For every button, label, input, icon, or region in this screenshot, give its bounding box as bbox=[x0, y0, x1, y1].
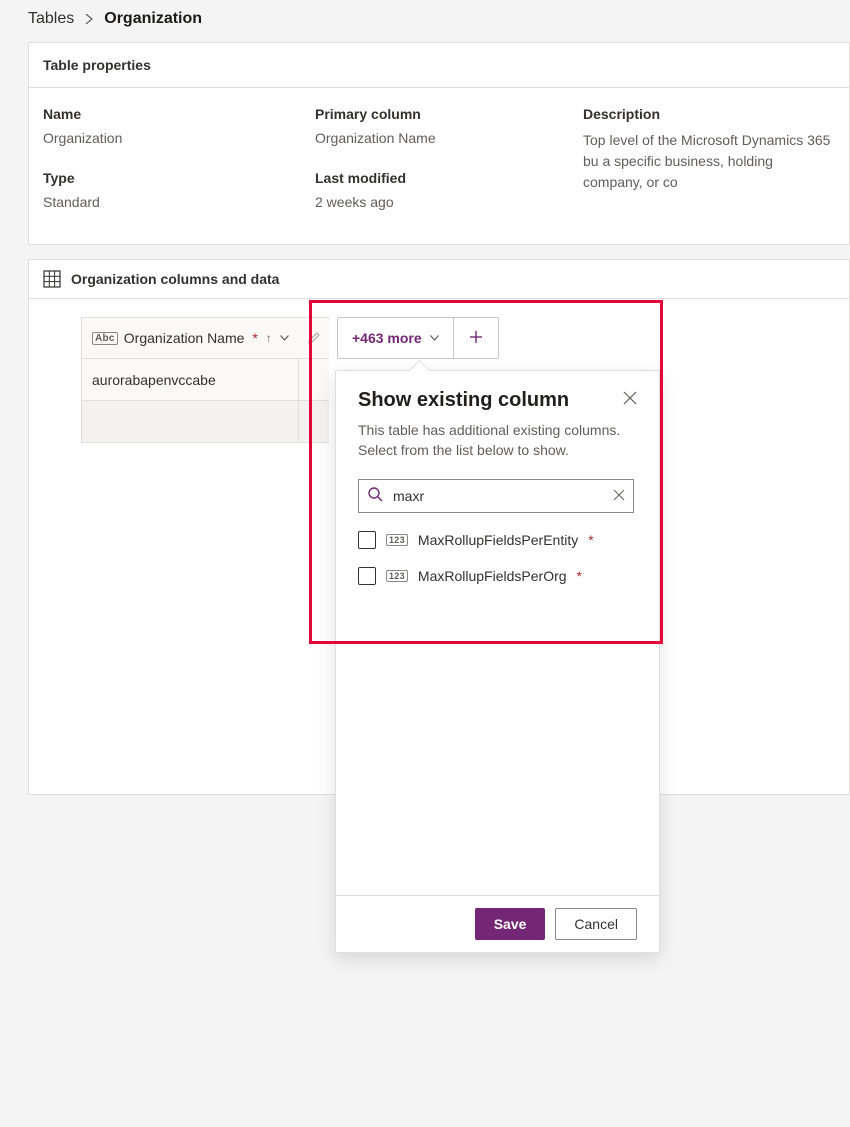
breadcrumb-current: Organization bbox=[104, 10, 202, 28]
prop-name-label: Name bbox=[43, 106, 315, 122]
prop-modified-value: 2 weeks ago bbox=[315, 194, 583, 210]
columns-card-title: Organization columns and data bbox=[71, 271, 279, 287]
chevron-right-icon bbox=[84, 11, 94, 27]
plus-icon bbox=[469, 328, 483, 349]
required-asterisk: * bbox=[588, 532, 593, 548]
chevron-down-icon bbox=[280, 333, 289, 344]
columns-data-card: Organization columns and data Abc Organi… bbox=[28, 259, 850, 795]
add-column-button[interactable] bbox=[454, 318, 498, 358]
prop-description-value: Top level of the Microsoft Dynamics 365 … bbox=[583, 130, 835, 193]
column-header-organization-name[interactable]: Abc Organization Name * ↑ bbox=[81, 317, 299, 359]
table-cell[interactable]: aurorabapenvccabe bbox=[81, 359, 299, 401]
breadcrumb-parent[interactable]: Tables bbox=[28, 10, 74, 28]
cell-gap bbox=[299, 401, 329, 443]
breadcrumb: Tables Organization bbox=[28, 10, 850, 28]
required-asterisk: * bbox=[252, 330, 257, 346]
table-properties-title: Table properties bbox=[29, 43, 849, 88]
prop-primary-value: Organization Name bbox=[315, 130, 583, 146]
table-cell-empty[interactable] bbox=[81, 401, 299, 443]
close-icon[interactable] bbox=[623, 391, 637, 410]
prop-primary-label: Primary column bbox=[315, 106, 583, 122]
cell-gap bbox=[299, 359, 329, 401]
prop-description-label: Description bbox=[583, 106, 835, 122]
chevron-down-icon bbox=[430, 333, 439, 344]
checkbox[interactable] bbox=[358, 531, 376, 549]
table-properties-card: Table properties Name Organization Type … bbox=[28, 42, 850, 245]
prop-name-value: Organization bbox=[43, 130, 315, 146]
number-type-icon: 123 bbox=[386, 534, 408, 546]
show-existing-column-popover: Show existing column This table has addi… bbox=[335, 370, 660, 953]
cell-value: aurorabapenvccabe bbox=[92, 372, 216, 388]
search-icon bbox=[367, 486, 383, 505]
column-option[interactable]: 123 MaxRollupFieldsPerOrg * bbox=[358, 567, 637, 585]
more-columns-label: +463 more bbox=[352, 330, 422, 346]
prop-type-label: Type bbox=[43, 170, 315, 186]
prop-modified-label: Last modified bbox=[315, 170, 583, 186]
cancel-button[interactable]: Cancel bbox=[555, 908, 637, 940]
search-field-wrap bbox=[358, 479, 634, 513]
table-grid-icon bbox=[43, 270, 61, 288]
sort-asc-icon: ↑ bbox=[266, 331, 272, 345]
number-type-icon: 123 bbox=[386, 570, 408, 582]
edit-column-icon[interactable] bbox=[299, 317, 329, 359]
column-option[interactable]: 123 MaxRollupFieldsPerEntity * bbox=[358, 531, 637, 549]
column-header-label: Organization Name bbox=[124, 330, 245, 346]
more-columns-button[interactable]: +463 more bbox=[338, 318, 454, 358]
prop-type-value: Standard bbox=[43, 194, 315, 210]
clear-search-icon[interactable] bbox=[613, 488, 625, 504]
save-button[interactable]: Save bbox=[475, 908, 546, 940]
checkbox[interactable] bbox=[358, 567, 376, 585]
required-asterisk: * bbox=[577, 568, 582, 584]
popover-title: Show existing column bbox=[358, 389, 569, 412]
popover-subtitle: This table has additional existing colum… bbox=[358, 420, 637, 461]
option-label: MaxRollupFieldsPerOrg bbox=[418, 568, 567, 584]
option-label: MaxRollupFieldsPerEntity bbox=[418, 532, 578, 548]
text-type-icon: Abc bbox=[92, 332, 118, 345]
search-input[interactable] bbox=[391, 487, 605, 505]
